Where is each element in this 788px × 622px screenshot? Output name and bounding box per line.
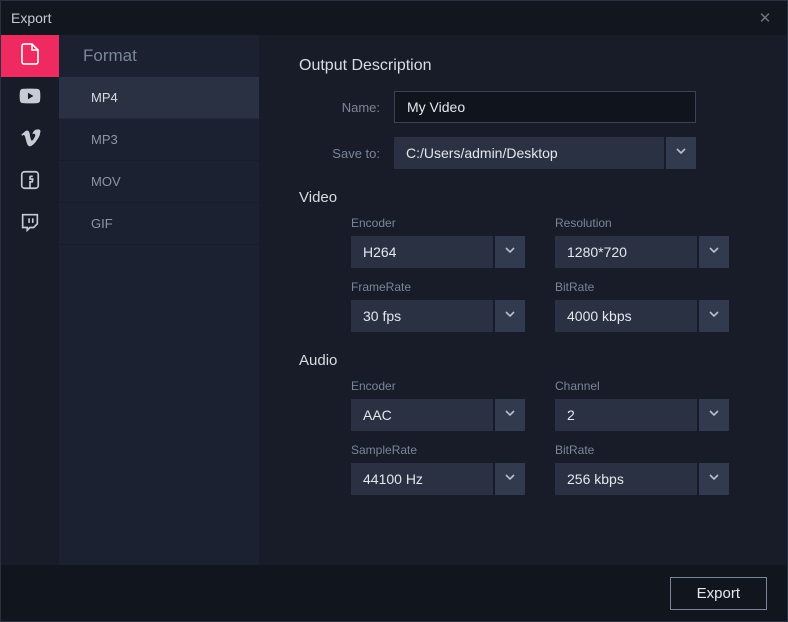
section-audio-title: Audio bbox=[299, 352, 747, 369]
field-video-bitrate: BitRate 4000 kbps bbox=[555, 280, 729, 332]
resolution-dropdown-button[interactable] bbox=[699, 236, 729, 268]
samplerate-label: SampleRate bbox=[351, 443, 525, 457]
youtube-icon bbox=[19, 85, 41, 112]
chevron-down-icon bbox=[708, 470, 720, 488]
framerate-select[interactable]: 30 fps bbox=[351, 300, 493, 332]
audio-bitrate-label: BitRate bbox=[555, 443, 729, 457]
format-item-label: GIF bbox=[91, 216, 113, 231]
field-channel: Channel 2 bbox=[555, 379, 729, 431]
close-button[interactable]: ✕ bbox=[753, 6, 777, 30]
samplerate-select[interactable]: 44100 Hz bbox=[351, 463, 493, 495]
format-item-mov[interactable]: MOV bbox=[59, 161, 259, 203]
sidebar-header: Format bbox=[59, 35, 259, 77]
file-icon bbox=[18, 42, 42, 71]
field-audio-encoder: Encoder AAC bbox=[351, 379, 525, 431]
section-output-title: Output Description bbox=[299, 57, 747, 75]
target-facebook[interactable] bbox=[1, 161, 59, 203]
chevron-down-icon bbox=[504, 470, 516, 488]
field-audio-bitrate: BitRate 256 kbps bbox=[555, 443, 729, 495]
format-sidebar: Format MP4 MP3 MOV GIF bbox=[59, 35, 259, 565]
settings-panel: Output Description Name: Save to: C:/Use… bbox=[259, 35, 787, 565]
resolution-label: Resolution bbox=[555, 216, 729, 230]
target-iconbar bbox=[1, 35, 59, 565]
channel-select[interactable]: 2 bbox=[555, 399, 697, 431]
audio-encoder-select[interactable]: AAC bbox=[351, 399, 493, 431]
saveto-dropdown-button[interactable] bbox=[666, 137, 696, 169]
name-label: Name: bbox=[299, 100, 394, 115]
framerate-dropdown-button[interactable] bbox=[495, 300, 525, 332]
samplerate-dropdown-button[interactable] bbox=[495, 463, 525, 495]
chevron-down-icon bbox=[708, 406, 720, 424]
format-item-label: MOV bbox=[91, 174, 121, 189]
name-input[interactable] bbox=[394, 91, 696, 123]
field-samplerate: SampleRate 44100 Hz bbox=[351, 443, 525, 495]
format-item-label: MP4 bbox=[91, 90, 118, 105]
field-resolution: Resolution 1280*720 bbox=[555, 216, 729, 268]
target-twitch[interactable] bbox=[1, 203, 59, 245]
dialog-body: Format MP4 MP3 MOV GIF Output Descriptio… bbox=[1, 35, 787, 565]
close-icon: ✕ bbox=[759, 9, 772, 27]
chevron-down-icon bbox=[504, 243, 516, 261]
video-encoder-dropdown-button[interactable] bbox=[495, 236, 525, 268]
target-vimeo[interactable] bbox=[1, 119, 59, 161]
target-file[interactable] bbox=[1, 35, 59, 77]
export-button[interactable]: Export bbox=[670, 577, 767, 610]
format-item-mp3[interactable]: MP3 bbox=[59, 119, 259, 161]
channel-label: Channel bbox=[555, 379, 729, 393]
twitch-icon bbox=[19, 211, 41, 238]
row-saveto: Save to: C:/Users/admin/Desktop bbox=[299, 137, 747, 169]
resolution-select[interactable]: 1280*720 bbox=[555, 236, 697, 268]
window-title: Export bbox=[11, 10, 51, 26]
audio-bitrate-select[interactable]: 256 kbps bbox=[555, 463, 697, 495]
chevron-down-icon bbox=[708, 307, 720, 325]
target-youtube[interactable] bbox=[1, 77, 59, 119]
framerate-label: FrameRate bbox=[351, 280, 525, 294]
video-bitrate-dropdown-button[interactable] bbox=[699, 300, 729, 332]
saveto-value: C:/Users/admin/Desktop bbox=[406, 145, 558, 161]
export-dialog: Export ✕ bbox=[0, 0, 788, 622]
video-encoder-label: Encoder bbox=[351, 216, 525, 230]
audio-bitrate-dropdown-button[interactable] bbox=[699, 463, 729, 495]
vimeo-icon bbox=[19, 127, 41, 154]
field-video-encoder: Encoder H264 bbox=[351, 216, 525, 268]
chevron-down-icon bbox=[708, 243, 720, 261]
facebook-icon bbox=[19, 169, 41, 196]
titlebar: Export ✕ bbox=[1, 1, 787, 35]
audio-encoder-dropdown-button[interactable] bbox=[495, 399, 525, 431]
chevron-down-icon bbox=[675, 144, 687, 162]
format-item-mp4[interactable]: MP4 bbox=[59, 77, 259, 119]
row-name: Name: bbox=[299, 91, 747, 123]
field-framerate: FrameRate 30 fps bbox=[351, 280, 525, 332]
saveto-select[interactable]: C:/Users/admin/Desktop bbox=[394, 137, 664, 169]
channel-dropdown-button[interactable] bbox=[699, 399, 729, 431]
chevron-down-icon bbox=[504, 406, 516, 424]
section-video-title: Video bbox=[299, 189, 747, 206]
format-item-gif[interactable]: GIF bbox=[59, 203, 259, 245]
audio-encoder-label: Encoder bbox=[351, 379, 525, 393]
video-encoder-select[interactable]: H264 bbox=[351, 236, 493, 268]
saveto-label: Save to: bbox=[299, 146, 394, 161]
format-item-label: MP3 bbox=[91, 132, 118, 147]
dialog-footer: Export bbox=[1, 565, 787, 621]
chevron-down-icon bbox=[504, 307, 516, 325]
video-bitrate-label: BitRate bbox=[555, 280, 729, 294]
video-bitrate-select[interactable]: 4000 kbps bbox=[555, 300, 697, 332]
